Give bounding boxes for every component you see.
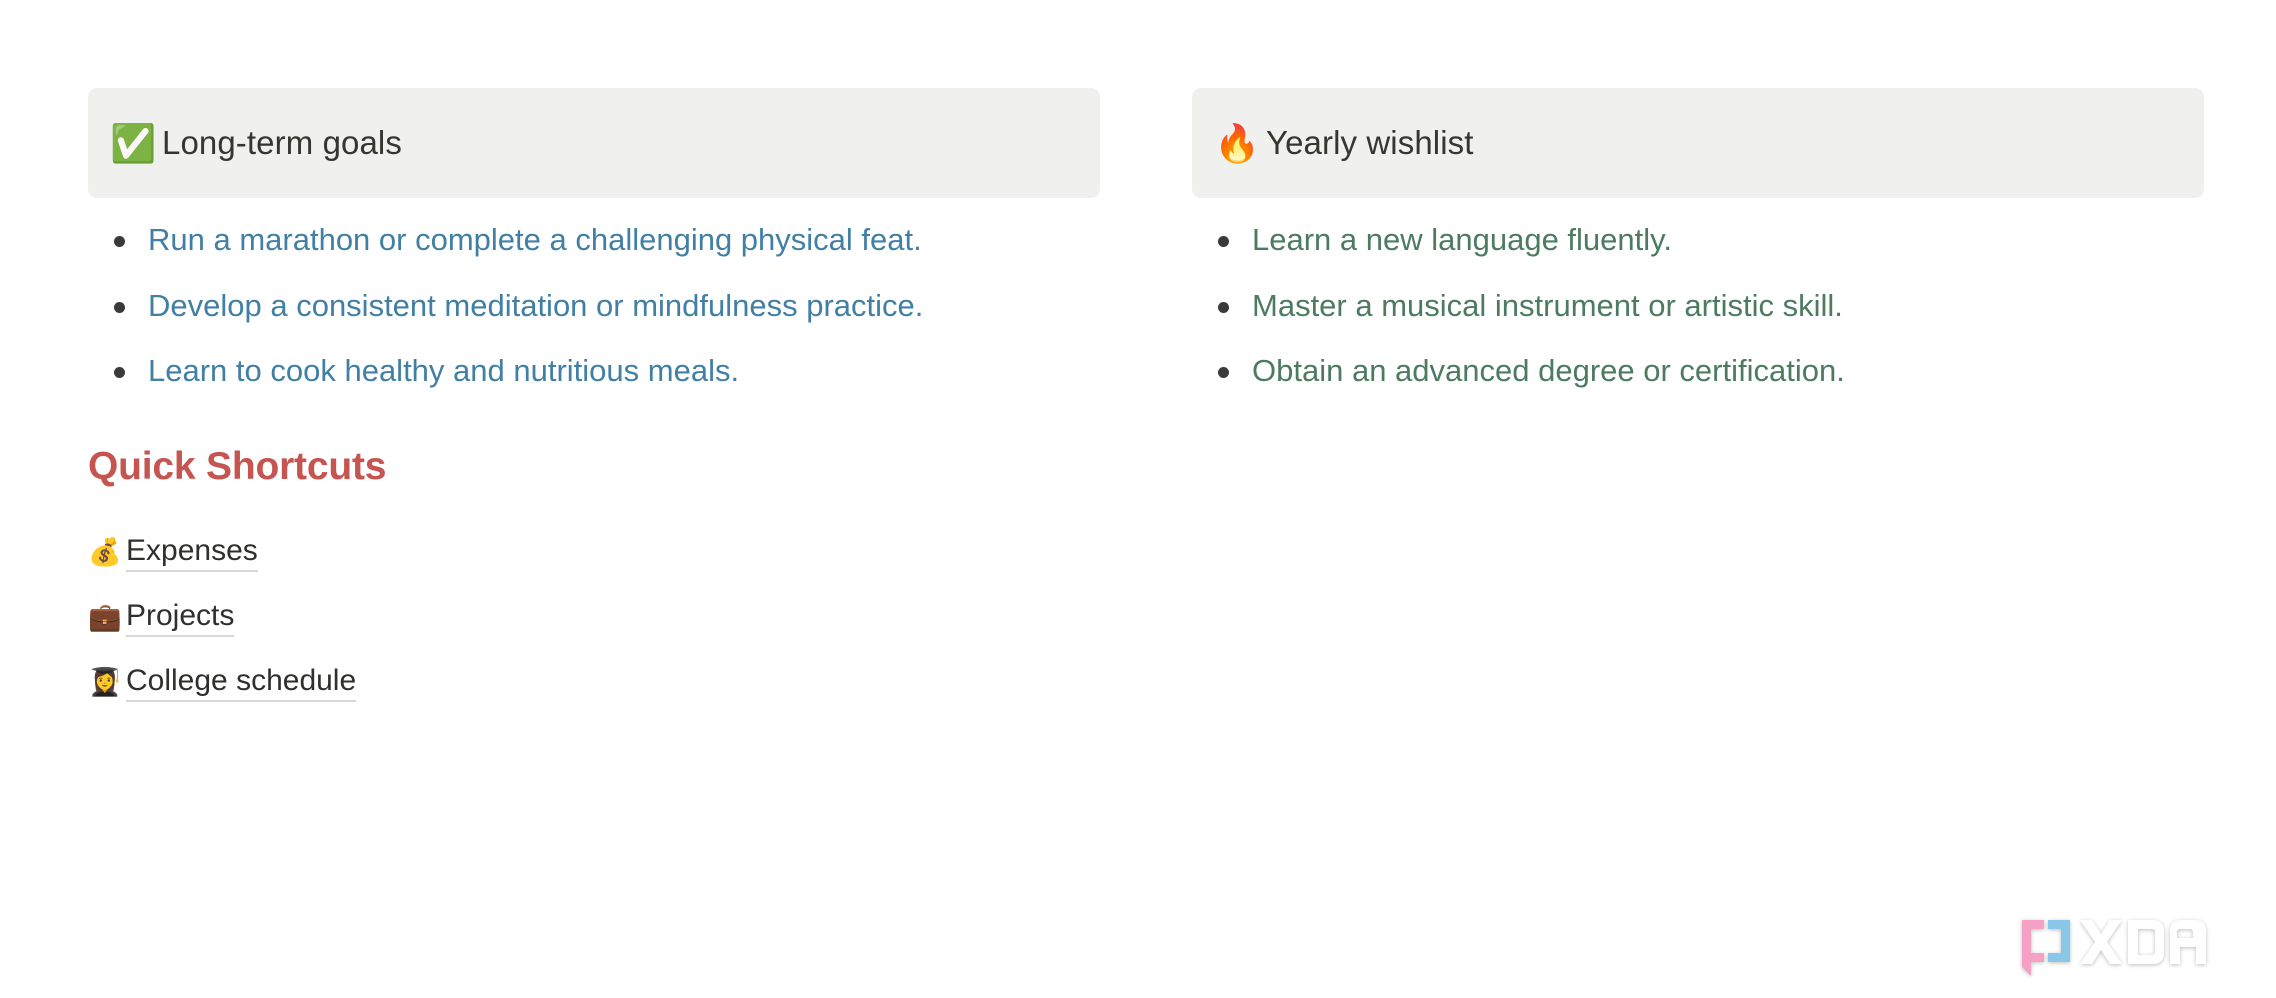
list-item[interactable]: Develop a consistent meditation or mindf… — [88, 288, 1100, 324]
callout-title: Yearly wishlist — [1266, 124, 1474, 161]
white-check-mark-emoji: ✅ — [110, 122, 157, 164]
shortcut-item-projects[interactable]: 💼 Projects — [88, 592, 386, 644]
xda-watermark — [2014, 912, 2214, 980]
quick-shortcuts-section: Quick Shortcuts 💰 Expenses 💼 Projects 👩‍… — [88, 444, 386, 709]
list-item[interactable]: Learn a new language fluently. — [1192, 222, 2204, 258]
callout-long-term-goals[interactable]: ✅ Long-term goals — [88, 88, 1100, 198]
yearly-wishlist-list: Learn a new language fluently. Master a … — [1192, 198, 2204, 389]
money-bag-emoji: 💰 — [88, 537, 122, 568]
shortcut-item-college-schedule[interactable]: 👩‍🎓 College schedule — [88, 657, 386, 709]
fire-emoji: 🔥 — [1214, 122, 1261, 164]
list-item[interactable]: Learn to cook healthy and nutritious mea… — [88, 353, 1100, 389]
list-item[interactable]: Run a marathon or complete a challenging… — [88, 222, 1100, 258]
quick-shortcuts-list: 💰 Expenses 💼 Projects 👩‍🎓 College schedu… — [88, 527, 386, 709]
column-yearly-wishlist: 🔥 Yearly wishlist Learn a new language f… — [1192, 88, 2204, 389]
long-term-goals-list: Run a marathon or complete a challenging… — [88, 198, 1100, 389]
shortcut-label[interactable]: Projects — [126, 599, 235, 637]
woman-student-emoji: 👩‍🎓 — [88, 667, 122, 698]
column-long-term-goals: ✅ Long-term goals Run a marathon or comp… — [88, 88, 1100, 389]
callout-title: Long-term goals — [162, 124, 402, 161]
list-item[interactable]: Master a musical instrument or artistic … — [1192, 288, 2204, 324]
quick-shortcuts-heading: Quick Shortcuts — [88, 445, 387, 488]
callout-yearly-wishlist[interactable]: 🔥 Yearly wishlist — [1192, 88, 2204, 198]
page-root: ✅ Long-term goals Run a marathon or comp… — [0, 0, 2276, 998]
list-item[interactable]: Obtain an advanced degree or certificati… — [1192, 353, 2204, 389]
briefcase-emoji: 💼 — [88, 602, 122, 633]
xda-logo-icon — [2022, 920, 2206, 976]
shortcut-item-expenses[interactable]: 💰 Expenses — [88, 527, 386, 579]
shortcut-label[interactable]: College schedule — [126, 664, 357, 702]
two-column-layout: ✅ Long-term goals Run a marathon or comp… — [88, 88, 2205, 389]
shortcut-label[interactable]: Expenses — [126, 534, 258, 572]
